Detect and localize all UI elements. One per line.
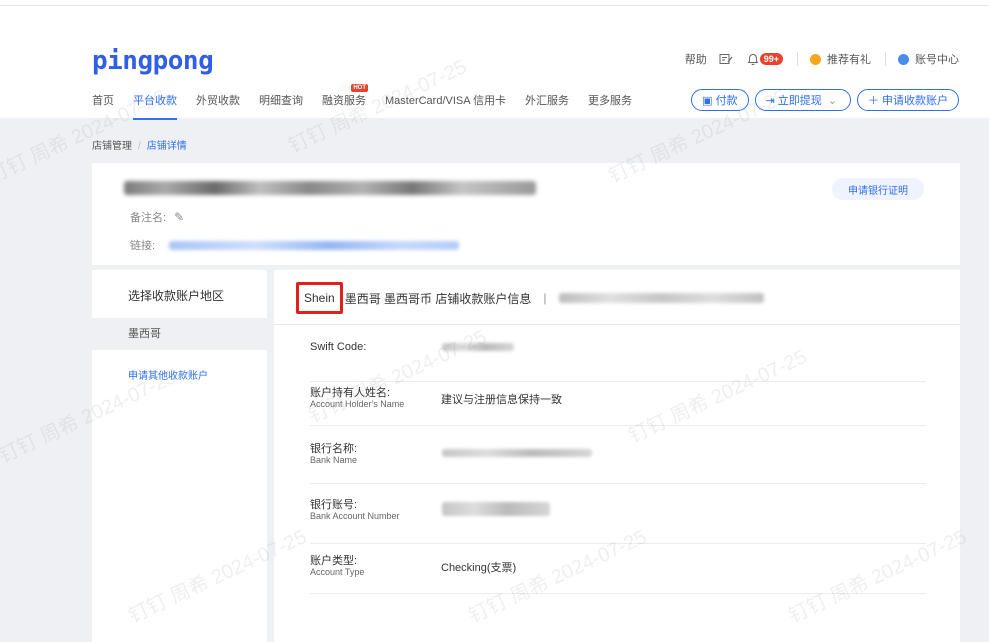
top-right-toolbar: 帮助 99+ 推荐有礼 账号中心 bbox=[673, 50, 959, 68]
apply-bank-certificate-button[interactable]: 申请银行证明 bbox=[832, 178, 924, 200]
field-divider bbox=[310, 381, 926, 382]
referral-label: 推荐有礼 bbox=[827, 54, 871, 66]
nav-item-home[interactable]: 首页 bbox=[92, 94, 114, 112]
wallet-icon: ▣ bbox=[702, 94, 713, 107]
bank-name-value-redacted bbox=[442, 449, 592, 457]
header-redacted-info bbox=[558, 293, 764, 303]
account-type-field: 账户类型: Account Type Checking(支票) bbox=[310, 555, 930, 613]
breadcrumb-current: 店铺详情 bbox=[146, 141, 187, 152]
region-item-mexico[interactable]: 墨西哥 bbox=[92, 318, 267, 350]
withdraw-button[interactable]: ⇥ 立即提现 ⌄ bbox=[754, 89, 851, 111]
field-divider bbox=[310, 543, 926, 544]
pay-button[interactable]: ▣ 付款 bbox=[691, 89, 749, 111]
bank-account-value-redacted bbox=[442, 502, 550, 516]
remark-row: 备注名: ✎ bbox=[130, 209, 184, 225]
top-border bbox=[0, 0, 989, 6]
nav-item-more[interactable]: 更多服务 bbox=[588, 94, 632, 112]
nav-item-fx[interactable]: 外汇服务 bbox=[525, 94, 569, 112]
apply-account-label: 申请收款账户 bbox=[882, 95, 948, 107]
account-type-label-cn: 账户类型: bbox=[310, 555, 358, 567]
account-type-label: 账户类型: Account Type bbox=[310, 555, 364, 577]
toolbar-divider bbox=[885, 52, 886, 66]
bank-name-label-cn: 银行名称: bbox=[310, 443, 358, 455]
notification-count-badge: 99+ bbox=[759, 53, 783, 65]
account-info-header: Shein 墨西哥 墨西哥币 店铺收款账户信息 | bbox=[296, 282, 764, 314]
header-divider bbox=[274, 324, 960, 325]
link-label: 链接: bbox=[130, 240, 156, 252]
swift-code-field: Swift Code: bbox=[310, 341, 930, 382]
region-panel-title: 选择收款账户地区 bbox=[128, 289, 225, 303]
gift-icon bbox=[810, 53, 821, 65]
nav-item-platform-collection[interactable]: 平台收款 bbox=[133, 94, 177, 120]
swift-code-label-cn: Swift Code: bbox=[310, 341, 367, 353]
notifications[interactable]: 99+ bbox=[747, 53, 783, 66]
withdraw-label: 立即提现 bbox=[777, 95, 822, 107]
pingpong-logo[interactable]: pingpong bbox=[92, 46, 214, 76]
header-separator: | bbox=[543, 291, 547, 305]
plus-icon: ＋ bbox=[868, 95, 879, 107]
top-header: pingpong 首页 平台收款 外贸收款 明细查询 融资服务 HOT Mast… bbox=[0, 0, 989, 120]
account-holder-label: 账户持有人姓名: Account Holder's Name bbox=[310, 387, 404, 409]
withdraw-icon: ⇥ bbox=[765, 94, 775, 107]
swift-code-value-redacted bbox=[442, 343, 514, 351]
bank-name-label-en: Bank Name bbox=[310, 455, 358, 465]
breadcrumb-separator: / bbox=[138, 141, 141, 152]
edit-notes-icon[interactable] bbox=[719, 53, 733, 65]
bank-account-label-en: Bank Account Number bbox=[310, 511, 400, 521]
remark-label: 备注名: bbox=[130, 212, 167, 224]
account-holder-label-en: Account Holder's Name bbox=[310, 399, 405, 409]
store-link-row: 链接: bbox=[130, 237, 460, 253]
region-selector-panel: 选择收款账户地区 墨西哥 申请其他收款账户 bbox=[92, 270, 267, 642]
swift-code-label: Swift Code: bbox=[310, 341, 366, 353]
main-nav: 首页 平台收款 外贸收款 明细查询 融资服务 HOT MasterCard/VI… bbox=[92, 84, 651, 120]
highlighted-platform-name: Shein bbox=[296, 282, 343, 314]
field-divider bbox=[310, 425, 926, 426]
nav-item-financing-label: 融资服务 bbox=[322, 95, 366, 107]
breadcrumb: 店铺管理 / 店铺详情 bbox=[92, 137, 187, 152]
apply-account-button[interactable]: ＋ 申请收款账户 bbox=[857, 89, 959, 111]
bank-name-label: 银行名称: Bank Name bbox=[310, 443, 357, 465]
nav-item-trade-collection[interactable]: 外贸收款 bbox=[196, 94, 240, 112]
account-type-label-en: Account Type bbox=[310, 567, 365, 577]
bank-account-label-cn: 银行账号: bbox=[310, 499, 358, 511]
chevron-down-icon: ⌄ bbox=[827, 94, 837, 107]
store-name-redacted bbox=[124, 181, 536, 195]
account-info-title: 墨西哥 墨西哥币 店铺收款账户信息 bbox=[344, 291, 532, 306]
bell-icon bbox=[747, 53, 759, 65]
breadcrumb-store-management[interactable]: 店铺管理 bbox=[92, 141, 132, 152]
account-center-link[interactable]: 账号中心 bbox=[898, 51, 959, 67]
nav-item-financing[interactable]: 融资服务 HOT bbox=[322, 84, 368, 112]
field-divider bbox=[310, 593, 926, 594]
store-info-card: 备注名: ✎ 链接: 申请银行证明 bbox=[92, 163, 960, 265]
bank-account-field: 银行账号: Bank Account Number bbox=[310, 499, 930, 557]
hot-badge: HOT bbox=[351, 84, 368, 92]
pay-label: 付款 bbox=[715, 95, 738, 107]
nav-item-credit-card[interactable]: MasterCard/VISA 信用卡 bbox=[385, 94, 506, 112]
store-link-redacted[interactable] bbox=[169, 240, 460, 250]
bank-account-label: 银行账号: Bank Account Number bbox=[310, 499, 400, 521]
account-icon bbox=[898, 53, 909, 65]
apply-other-account-link[interactable]: 申请其他收款账户 bbox=[128, 367, 208, 382]
referral-link[interactable]: 推荐有礼 bbox=[810, 51, 871, 67]
nav-item-details[interactable]: 明细查询 bbox=[259, 94, 303, 112]
account-holder-field: 账户持有人姓名: Account Holder's Name 建议与注册信息保持一… bbox=[310, 387, 930, 445]
edit-pencil-icon[interactable]: ✎ bbox=[174, 210, 184, 224]
toolbar-divider bbox=[797, 52, 798, 66]
account-holder-value: 建议与注册信息保持一致 bbox=[441, 394, 562, 406]
account-center-label: 账号中心 bbox=[915, 54, 959, 66]
action-buttons: ▣ 付款 ⇥ 立即提现 ⌄ ＋ 申请收款账户 bbox=[685, 89, 959, 111]
account-type-value: Checking(支票) bbox=[441, 562, 517, 574]
bank-name-field: 银行名称: Bank Name bbox=[310, 443, 930, 501]
field-divider bbox=[310, 483, 926, 484]
help-link[interactable]: 帮助 bbox=[685, 51, 707, 67]
account-holder-label-cn: 账户持有人姓名: bbox=[310, 387, 391, 399]
account-info-panel: Shein 墨西哥 墨西哥币 店铺收款账户信息 | Swift Code: 账户… bbox=[274, 270, 960, 642]
